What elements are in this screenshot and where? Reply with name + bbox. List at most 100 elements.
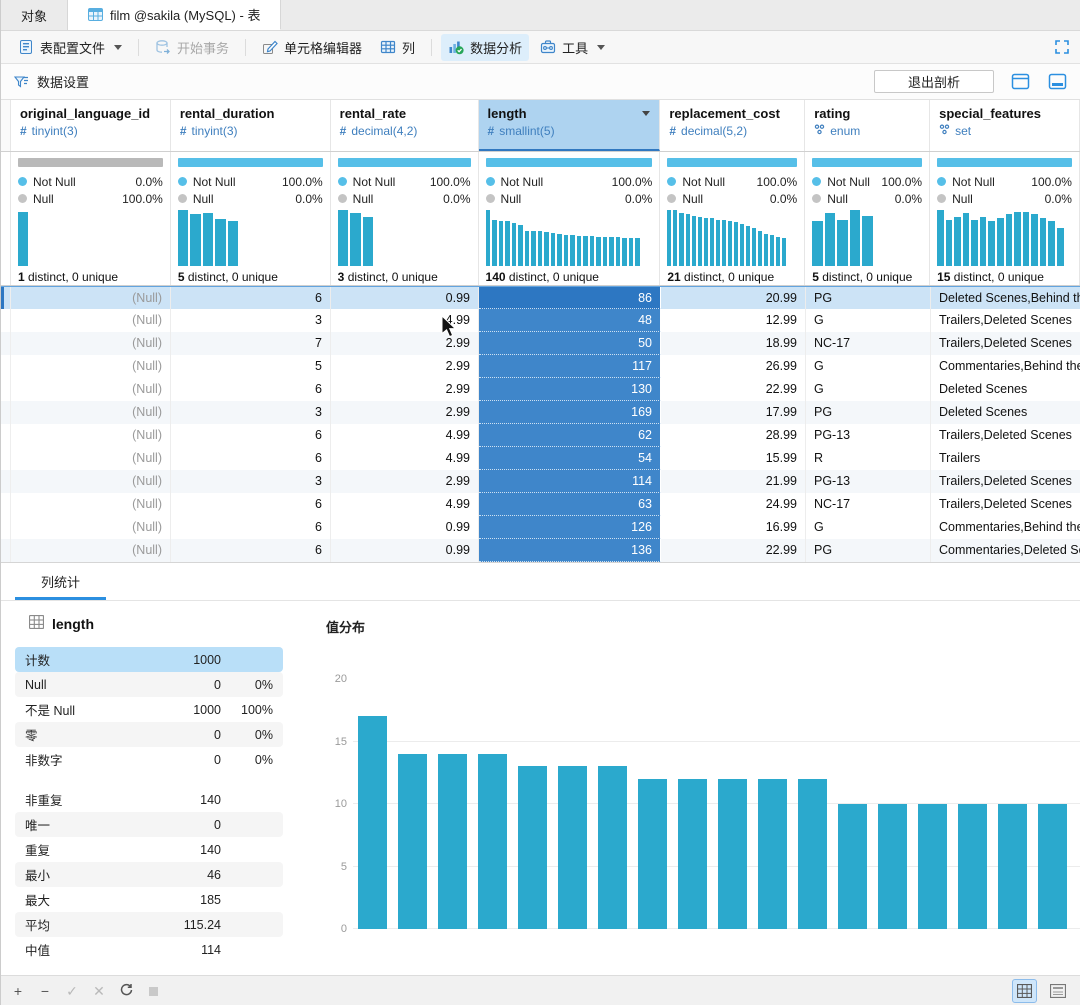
cell-length[interactable]: 63 — [479, 493, 661, 516]
cell-rating[interactable]: R — [806, 447, 931, 470]
grid-view-button[interactable] — [1012, 979, 1037, 1003]
cell-rating[interactable]: PG-13 — [806, 424, 931, 447]
cell-rating[interactable]: NC-17 — [806, 332, 931, 355]
cell-original_language_id[interactable]: (Null) — [11, 539, 171, 562]
cell-rental_duration[interactable]: 7 — [171, 332, 331, 355]
table-row[interactable]: (Null)64.995415.99RTrailers — [1, 447, 1080, 470]
table-row[interactable]: (Null)72.995018.99NC-17Trailers,Deleted … — [1, 332, 1080, 355]
cell-original_language_id[interactable]: (Null) — [11, 401, 171, 424]
cell-replacement_cost[interactable]: 21.99 — [661, 470, 806, 493]
table-row[interactable]: (Null)52.9911726.99GCommentaries,Behind … — [1, 355, 1080, 378]
column-header-rating[interactable]: ratingenum — [805, 100, 930, 151]
table-row[interactable]: (Null)34.994812.99GTrailers,Deleted Scen… — [1, 309, 1080, 332]
cell-rating[interactable]: G — [806, 378, 931, 401]
column-header-original_language_id[interactable]: original_language_id#tinyint(3) — [11, 100, 171, 151]
table-row[interactable]: (Null)32.9911421.99PG-13Trailers,Deleted… — [1, 470, 1080, 493]
stat-row-最大[interactable]: 最大185 — [15, 887, 283, 912]
cell-replacement_cost[interactable]: 26.99 — [661, 355, 806, 378]
stat-row-中值[interactable]: 中值114 — [15, 937, 283, 962]
refresh-icon[interactable] — [119, 983, 133, 998]
cell-rental_duration[interactable]: 3 — [171, 401, 331, 424]
cell-rental_duration[interactable]: 5 — [171, 355, 331, 378]
cell-replacement_cost[interactable]: 20.99 — [661, 287, 806, 309]
chevron-down-icon[interactable] — [642, 111, 650, 116]
table-row[interactable]: (Null)60.9913622.99PGCommentaries,Delete… — [1, 539, 1080, 562]
cell-rating[interactable]: NC-17 — [806, 493, 931, 516]
form-view-button[interactable] — [1045, 979, 1070, 1003]
cell-special_features[interactable]: Deleted Scenes — [931, 378, 1080, 401]
panel-bottom-view-icon[interactable] — [1047, 72, 1068, 91]
cell-special_features[interactable]: Commentaries,Deleted Sc — [931, 539, 1080, 562]
tab-objects[interactable]: 对象 — [1, 0, 68, 30]
cell-rental_rate[interactable]: 2.99 — [331, 401, 479, 424]
table-profile-button[interactable]: 表配置文件 — [11, 34, 129, 61]
cell-rating[interactable]: PG — [806, 287, 931, 309]
cell-length[interactable]: 54 — [479, 447, 661, 470]
cell-rating[interactable]: G — [806, 309, 931, 332]
stat-row-最小[interactable]: 最小46 — [15, 862, 283, 887]
cell-special_features[interactable]: Commentaries,Behind the — [931, 355, 1080, 378]
column-header-length[interactable]: length#smallint(5) — [479, 100, 661, 151]
cell-original_language_id[interactable]: (Null) — [11, 355, 171, 378]
cell-rental_rate[interactable]: 2.99 — [331, 378, 479, 401]
stat-row-不是 Null[interactable]: 不是 Null1000100% — [15, 697, 283, 722]
fullscreen-icon[interactable] — [1054, 39, 1070, 55]
cell-length[interactable]: 86 — [479, 287, 661, 309]
cell-rental_rate[interactable]: 4.99 — [331, 309, 479, 332]
exit-profiling-button[interactable]: 退出剖析 — [874, 70, 994, 93]
column-header-rental_rate[interactable]: rental_rate#decimal(4,2) — [331, 100, 479, 151]
cell-rental_duration[interactable]: 6 — [171, 539, 331, 562]
cell-replacement_cost[interactable]: 18.99 — [661, 332, 806, 355]
cell-length[interactable]: 130 — [479, 378, 661, 401]
cell-length[interactable]: 126 — [479, 516, 661, 539]
cell-length[interactable]: 48 — [479, 309, 661, 332]
cell-special_features[interactable]: Trailers,Deleted Scenes — [931, 424, 1080, 447]
cell-rental_duration[interactable]: 6 — [171, 287, 331, 309]
stat-row-非数字[interactable]: 非数字00% — [15, 747, 283, 772]
cell-replacement_cost[interactable]: 22.99 — [661, 378, 806, 401]
column-header-rental_duration[interactable]: rental_duration#tinyint(3) — [171, 100, 331, 151]
cell-replacement_cost[interactable]: 28.99 — [661, 424, 806, 447]
cell-special_features[interactable]: Deleted Scenes,Behind the — [931, 287, 1080, 309]
cell-original_language_id[interactable]: (Null) — [11, 447, 171, 470]
cell-length[interactable]: 114 — [479, 470, 661, 493]
panel-top-view-icon[interactable] — [1010, 72, 1031, 91]
cell-rental_duration[interactable]: 3 — [171, 309, 331, 332]
table-row[interactable]: (Null)32.9916917.99PGDeleted Scenes — [1, 401, 1080, 424]
add-record-icon[interactable]: + — [11, 984, 25, 998]
cell-original_language_id[interactable]: (Null) — [11, 470, 171, 493]
cell-original_language_id[interactable]: (Null) — [11, 287, 171, 309]
cell-editor-button[interactable]: 单元格编辑器 — [255, 34, 369, 61]
cell-length[interactable]: 62 — [479, 424, 661, 447]
cell-rental_rate[interactable]: 2.99 — [331, 470, 479, 493]
cell-replacement_cost[interactable]: 22.99 — [661, 539, 806, 562]
cell-rental_rate[interactable]: 0.99 — [331, 516, 479, 539]
column-header-special_features[interactable]: special_featuresset — [930, 100, 1080, 151]
cell-original_language_id[interactable]: (Null) — [11, 424, 171, 447]
cell-rental_rate[interactable]: 0.99 — [331, 539, 479, 562]
data-analysis-button[interactable]: 数据分析 — [441, 34, 529, 61]
cell-rental_rate[interactable]: 2.99 — [331, 355, 479, 378]
stat-row-零[interactable]: 零00% — [15, 722, 283, 747]
cell-special_features[interactable]: Trailers,Deleted Scenes — [931, 493, 1080, 516]
delete-record-icon[interactable]: − — [38, 984, 52, 998]
column-header-replacement_cost[interactable]: replacement_cost#decimal(5,2) — [660, 100, 805, 151]
cell-special_features[interactable]: Trailers — [931, 447, 1080, 470]
cell-rental_duration[interactable]: 6 — [171, 424, 331, 447]
cell-rental_duration[interactable]: 6 — [171, 378, 331, 401]
cell-rental_duration[interactable]: 6 — [171, 493, 331, 516]
cell-rental_rate[interactable]: 2.99 — [331, 332, 479, 355]
table-row[interactable]: (Null)64.996228.99PG-13Trailers,Deleted … — [1, 424, 1080, 447]
tools-button[interactable]: 工具 — [533, 34, 612, 61]
cell-rental_rate[interactable]: 4.99 — [331, 447, 479, 470]
stat-row-计数[interactable]: 计数1000 — [15, 647, 283, 672]
cell-original_language_id[interactable]: (Null) — [11, 309, 171, 332]
table-row[interactable]: (Null)60.998620.99PGDeleted Scenes,Behin… — [1, 286, 1080, 309]
cell-length[interactable]: 50 — [479, 332, 661, 355]
cell-rating[interactable]: PG — [806, 539, 931, 562]
cell-replacement_cost[interactable]: 24.99 — [661, 493, 806, 516]
cell-replacement_cost[interactable]: 15.99 — [661, 447, 806, 470]
cell-rental_duration[interactable]: 3 — [171, 470, 331, 493]
cell-special_features[interactable]: Trailers,Deleted Scenes — [931, 470, 1080, 493]
cell-length[interactable]: 169 — [479, 401, 661, 424]
